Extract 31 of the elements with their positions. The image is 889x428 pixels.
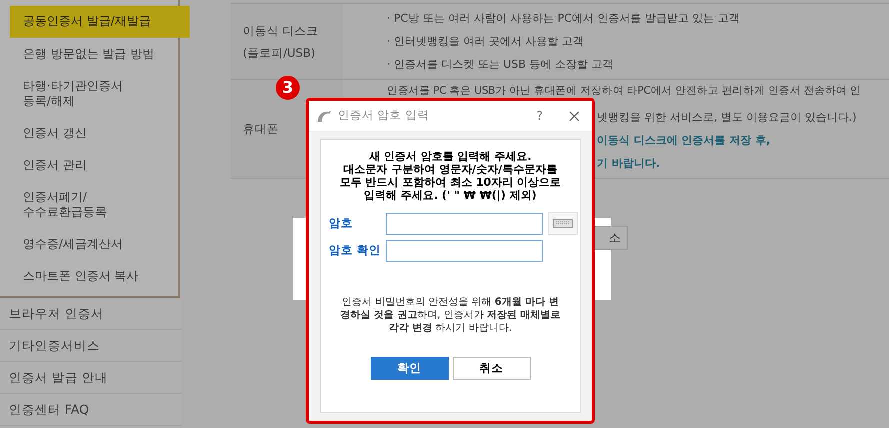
confirm-button[interactable]: 확인 (370, 357, 448, 380)
help-button[interactable]: ? (536, 107, 543, 125)
submenu-item[interactable]: 인증서 갱신 (10, 118, 190, 149)
close-icon[interactable] (569, 110, 580, 122)
field-label: 암호 (329, 214, 354, 232)
description-text: 넷뱅킹을 위한 서비스로, 별도 이용요금이 있습니다.) (597, 110, 857, 124)
password-field[interactable] (386, 240, 543, 262)
cancel-button[interactable]: 취소 (452, 357, 530, 380)
submenu-item[interactable]: 스마트폰 인증서 복사 (10, 261, 190, 292)
behind-cancel-button[interactable]: 소 (594, 226, 628, 250)
field-label: 암호 확인 (329, 242, 382, 260)
instruction-text: 새 인증서 암호를 입력해 주세요. 대소문자 구분하여 영문자/숫자/특수문자를 모두 반드시 포함하여 최소 10자리 이상으로 입력해 주세요. (' " ₩ ₩(|) 제외) (340, 150, 562, 202)
submenu-item[interactable]: 인증서폐기/ 수수료환급등록 (10, 182, 190, 228)
submenu-item[interactable]: 영수증/세금계산서 (10, 229, 190, 260)
keyboard-button[interactable] (548, 212, 578, 235)
bullet-text: · 인증서를 디스켓 또는 USB 등에 소장할 고객 (387, 58, 614, 72)
submenu-item[interactable]: 인증서 관리 (10, 150, 190, 181)
bullet-text: · 인터넷뱅킹을 여러 곳에서 사용할 고객 (387, 34, 584, 48)
password-field[interactable] (386, 212, 543, 234)
bullet-text: · PC방 또는 여러 사람이 사용하는 PC에서 인증서를 발급받고 있는 고객 (387, 12, 740, 26)
notice-text: 기 바랍니다. (597, 156, 660, 170)
row-label: 이동식 디스크 (플로피/USB) (243, 22, 319, 62)
dialog-title: 인증서 암호 입력 (338, 107, 430, 124)
submenu-item[interactable]: 은행 방문없는 발급 방법 (10, 39, 190, 70)
row-label: 휴대폰 (243, 121, 279, 138)
submenu-item[interactable]: 타행·타기관인증서 등록/해제 (10, 71, 190, 117)
submenu-item[interactable]: 공동인증서 발급/재발급 (10, 6, 190, 38)
keyboard-icon (553, 219, 573, 228)
notice-text: 인증서 비밀번호의 안전성을 위해 6개월 마다 변경하실 것을 권고하며, 인증서가 저장된 매체별로 각각 변경 하시기 바랍니다. (340, 296, 562, 335)
description-text: 인증서를 PC 혹은 USB가 아닌 휴대폰에 저장하여 타PC에서 안전하고 편리하게 인증서 전송하여 인 (387, 85, 861, 97)
notice-text: 이동식 디스크에 인증서를 저장 후, (597, 134, 770, 148)
